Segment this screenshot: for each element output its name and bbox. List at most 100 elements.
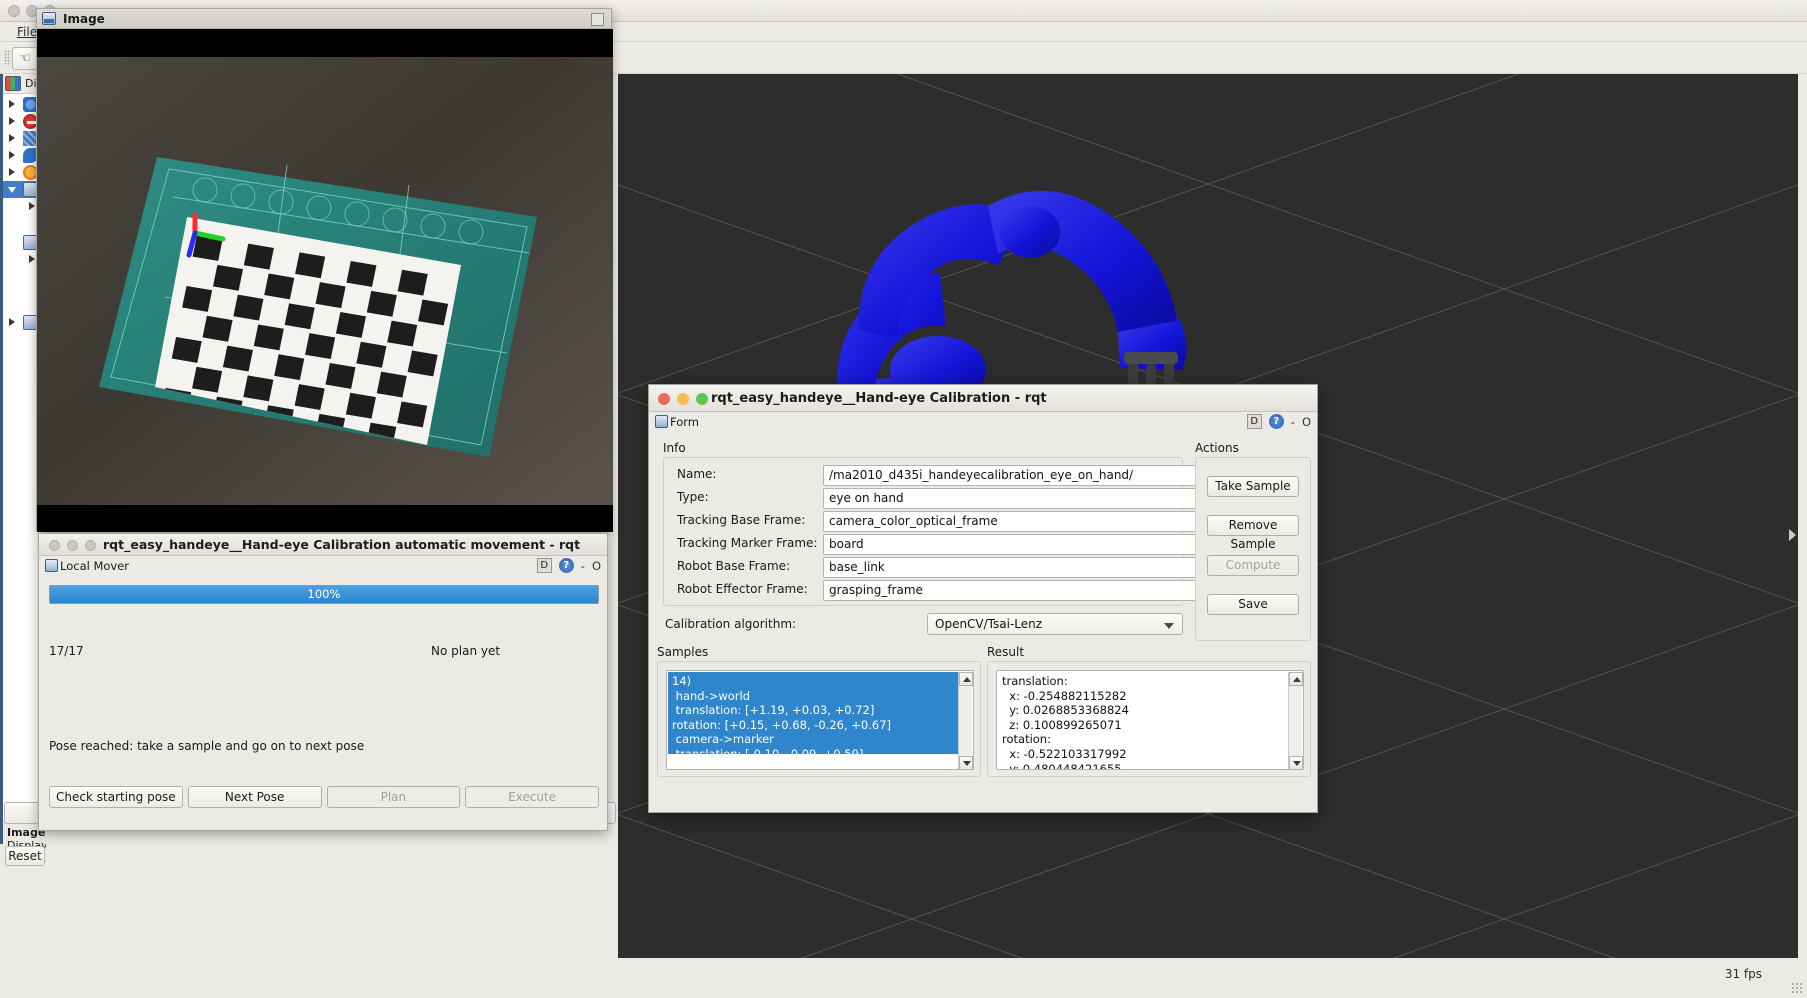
plugin-icon [45, 559, 58, 572]
mover-status-message: Pose reached: take a sample and go on to… [49, 739, 365, 753]
chevron-right-icon[interactable] [9, 134, 15, 142]
field-row-type: Type: eye on hand [677, 488, 1205, 509]
mover-window-controls[interactable] [49, 540, 96, 551]
mover-minimize-dot[interactable] [67, 540, 78, 551]
chevron-right-icon[interactable] [29, 202, 35, 210]
mover-titlebar[interactable]: rqt_easy_handeye__Hand-eye Calibration a… [39, 534, 607, 556]
calibration-window-controls[interactable] [658, 393, 708, 405]
camera-image-canvas[interactable] [37, 29, 613, 532]
result-group-label: Result [987, 645, 1025, 659]
minimize-icon[interactable]: - [1291, 415, 1295, 429]
chevron-right-icon[interactable] [9, 151, 15, 159]
float-icon[interactable]: O [1302, 415, 1311, 429]
chevron-right-icon[interactable] [29, 255, 35, 263]
samples-list[interactable]: 14) hand->world translation: [+1.19, +0.… [666, 670, 974, 770]
help-icon[interactable]: ? [1268, 414, 1284, 429]
field-row-tracking-base-frame: Tracking Base Frame: camera_color_optica… [677, 511, 1205, 532]
compute-button: Compute [1207, 555, 1299, 576]
minimize-button[interactable] [677, 393, 689, 405]
type-field[interactable]: eye on hand [823, 488, 1205, 509]
samples-scrollbar[interactable] [958, 672, 973, 769]
robot-effector-frame-field[interactable]: grasping_frame [823, 580, 1205, 601]
mover-window-buttons: D ? - O [536, 558, 601, 573]
chevron-down-icon[interactable] [8, 187, 16, 193]
maximize-icon[interactable] [591, 13, 604, 26]
displays-icon [5, 76, 21, 91]
robot-effector-frame-label: Robot Effector Frame: [677, 582, 808, 596]
image-view-window: Image [36, 8, 613, 532]
name-label: Name: [677, 467, 717, 481]
plan-button: Plan [326, 786, 461, 808]
tracking-marker-frame-field[interactable]: board [823, 534, 1205, 555]
robot-base-frame-field[interactable]: base_link [823, 557, 1205, 578]
actions-group-label: Actions [1195, 441, 1239, 455]
mover-maximize-dot[interactable] [85, 540, 96, 551]
mover-plugin-header: Local Mover D ? - O [39, 556, 607, 576]
dock-icon[interactable]: D [1246, 414, 1262, 429]
field-row-name: Name: /ma2010_d435i_handeyecalibration_e… [677, 465, 1205, 486]
next-pose-button[interactable]: Next Pose [187, 786, 322, 808]
take-sample-button[interactable]: Take Sample [1207, 476, 1299, 497]
scroll-down-icon[interactable] [1289, 756, 1303, 769]
calibration-titlebar[interactable]: rqt_easy_handeye__Hand-eye Calibration -… [649, 385, 1317, 412]
chevron-down-icon [1164, 623, 1174, 629]
mover-button-row: Check starting pose Next Pose Plan Execu… [49, 786, 599, 808]
save-button[interactable]: Save [1207, 594, 1299, 615]
field-row-robot-base-frame: Robot Base Frame: base_link [677, 557, 1205, 578]
chevron-right-icon[interactable] [9, 117, 15, 125]
chevron-right-icon[interactable] [9, 100, 15, 108]
reset-button[interactable]: Reset [5, 846, 45, 866]
chevron-right-icon[interactable] [9, 168, 15, 176]
calibration-algorithm-select[interactable]: OpenCV/Tsai-Lenz [927, 613, 1183, 635]
result-text-area[interactable]: translation: x: -0.254882115282 y: 0.026… [996, 670, 1304, 770]
panel-expand-arrow[interactable] [1789, 529, 1796, 541]
move-camera-tool-button[interactable]: ☜ [12, 47, 38, 70]
rviz-close-dot[interactable] [8, 5, 20, 17]
field-row-tracking-marker-frame: Tracking Marker Frame: board [677, 534, 1205, 555]
image-window-titlebar[interactable]: Image [37, 9, 611, 29]
dock-icon[interactable]: D [536, 558, 552, 573]
movement-progress-bar: 100% [49, 585, 599, 604]
plan-status-text: No plan yet [431, 644, 501, 658]
scroll-up-icon[interactable] [1289, 672, 1303, 686]
calibration-plugin-header: Form D ? - O [649, 412, 1317, 434]
name-field[interactable]: /ma2010_d435i_handeyecalibration_eye_on_… [823, 465, 1205, 486]
result-scrollbar[interactable] [1288, 672, 1303, 769]
minimize-icon[interactable]: - [581, 559, 585, 573]
result-groupbox: translation: x: -0.254882115282 y: 0.026… [987, 661, 1311, 777]
pose-counter: 17/17 [49, 644, 84, 658]
scroll-down-icon[interactable] [959, 756, 973, 769]
sample-list-item-selected[interactable]: 14) hand->world translation: [+1.19, +0.… [668, 672, 958, 769]
fps-counter: 31 fps [1724, 967, 1762, 981]
maximize-button[interactable] [696, 393, 708, 405]
hand-eye-calibration-window: rqt_easy_handeye__Hand-eye Calibration -… [648, 384, 1318, 813]
tracking-marker-frame-label: Tracking Marker Frame: [677, 536, 818, 550]
scroll-up-icon[interactable] [959, 672, 973, 686]
plugin-icon [655, 415, 668, 428]
close-button[interactable] [658, 393, 670, 405]
image-display-icon [42, 12, 56, 25]
movement-progress-fill: 100% [50, 586, 598, 603]
robot-base-frame-label: Robot Base Frame: [677, 559, 791, 573]
toolbar-grip[interactable] [4, 50, 11, 66]
float-icon[interactable]: O [592, 559, 601, 573]
checkerboard-photo [37, 57, 613, 505]
remove-sample-button[interactable]: Remove Sample [1207, 515, 1299, 551]
calibration-algorithm-label: Calibration algorithm: [665, 617, 797, 631]
samples-group-label: Samples [657, 645, 709, 659]
help-icon[interactable]: ? [558, 558, 574, 573]
type-label: Type: [677, 490, 709, 504]
tracking-base-frame-field[interactable]: camera_color_optical_frame [823, 511, 1205, 532]
calibration-window-title: rqt_easy_handeye__Hand-eye Calibration -… [711, 391, 1047, 406]
chevron-down-icon[interactable] [8, 240, 16, 246]
mover-plugin-title: Local Mover [60, 559, 130, 573]
mover-close-dot[interactable] [49, 540, 60, 551]
menu-item-file-label: File [17, 25, 38, 39]
calibration-algorithm-value: OpenCV/Tsai-Lenz [935, 617, 1043, 631]
chevron-right-icon[interactable] [9, 318, 15, 326]
execute-button: Execute [465, 786, 599, 808]
check-starting-pose-button[interactable]: Check starting pose [49, 786, 183, 808]
hand-icon: ☜ [19, 51, 31, 66]
window-resize-grip[interactable] [1791, 982, 1803, 994]
field-row-robot-effector-frame: Robot Effector Frame: grasping_frame [677, 580, 1205, 601]
